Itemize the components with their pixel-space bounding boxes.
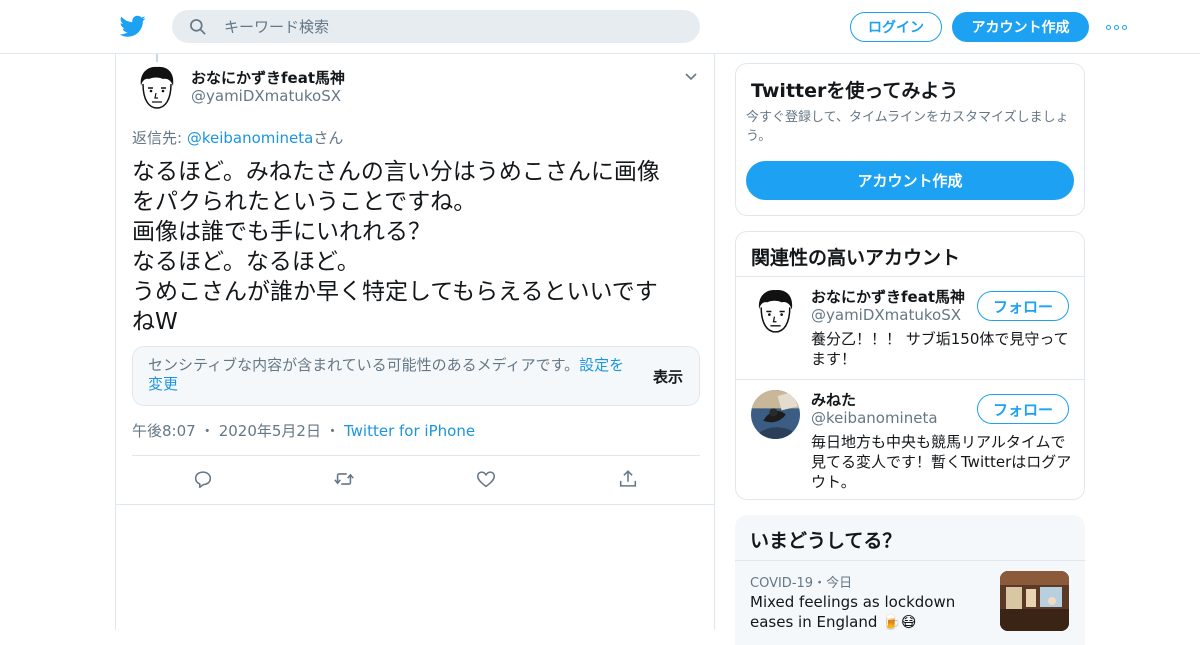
- trend-meta: COVID-19・今日: [750, 572, 852, 591]
- avatar[interactable]: [133, 64, 181, 112]
- trend-category: COVID-19: [750, 576, 814, 591]
- search-input[interactable]: [222, 10, 682, 43]
- account-handle[interactable]: @yamiDXmatukoSX: [811, 306, 961, 324]
- related-account-item[interactable]: みねた @keibanomineta 毎日地方も中央も競馬リアルタイムで見てる変…: [736, 380, 1084, 498]
- chevron-down-icon[interactable]: [684, 70, 698, 84]
- retweet-icon[interactable]: [333, 468, 355, 490]
- signup-card: Twitterを使ってみよう 今すぐ登録して、タイムラインをカスタマイズしましょ…: [735, 63, 1085, 216]
- trend-headline[interactable]: Mixed feelings as lockdown eases in Engl…: [750, 592, 990, 632]
- sensitive-media-notice: センシティブな内容が含まれている可能性のあるメディアです。設定を変更 表示: [132, 346, 700, 406]
- rider-photo-avatar-icon: [751, 390, 800, 439]
- signup-card-title: Twitterを使ってみよう: [751, 80, 959, 102]
- tweet-meta: 午後8:07 ・ 2020年5月2日・ Twitter for iPhone: [132, 420, 475, 441]
- tweet-source-link[interactable]: Twitter for iPhone: [344, 422, 475, 440]
- tweet-author-handle[interactable]: @yamiDXmatukoSX: [191, 87, 341, 105]
- divider: [735, 560, 1085, 561]
- trends-title: いまどうしてる？: [750, 530, 902, 552]
- account-bio: 毎日地方も中央も競馬リアルタイムで見てる変人です！暫くTwitterはログアウト…: [811, 433, 1072, 491]
- pub-photo-icon: [1000, 571, 1069, 631]
- account-name[interactable]: みねた: [811, 389, 856, 410]
- more-dots-icon[interactable]: [1106, 22, 1130, 32]
- trend-separator: ・: [813, 576, 827, 591]
- meta-separator: ・: [324, 422, 340, 440]
- twitter-bird-icon[interactable]: [120, 13, 146, 39]
- cartoon-face-avatar-icon: [751, 287, 800, 336]
- tweet-author-name[interactable]: おなにかずきfeat馬神: [191, 67, 345, 88]
- search-icon: [190, 19, 206, 35]
- reply-prefix: 返信先:: [132, 129, 187, 147]
- reply-to-line: 返信先: @keibanominetaさん: [132, 127, 343, 148]
- reply-handle-link[interactable]: @keibanomineta: [187, 129, 314, 147]
- like-heart-icon[interactable]: [475, 468, 497, 490]
- follow-button[interactable]: フォロー: [977, 394, 1069, 424]
- tweet-time[interactable]: 午後8:07: [132, 422, 196, 440]
- top-navigation-bar: ログイン アカウント作成: [0, 0, 1200, 54]
- thread-line: [156, 54, 158, 62]
- trend-time: 今日: [826, 576, 853, 591]
- share-icon[interactable]: [617, 468, 639, 490]
- sensitive-message: センシティブな内容が含まれている可能性のあるメディアです。: [148, 356, 580, 374]
- follow-button[interactable]: フォロー: [977, 291, 1069, 321]
- signup-card-button[interactable]: アカウント作成: [746, 161, 1074, 200]
- related-accounts-title: 関連性の高いアカウント: [751, 247, 961, 269]
- trend-thumbnail[interactable]: [1000, 571, 1069, 631]
- tweet-actions: [132, 466, 700, 496]
- reply-suffix: さん: [313, 129, 344, 147]
- reply-icon[interactable]: [192, 468, 214, 490]
- signup-button[interactable]: アカウント作成: [952, 12, 1089, 42]
- meta-separator: ・: [199, 422, 215, 440]
- related-account-item[interactable]: おなにかずきfeat馬神 @yamiDXmatukoSX 養分乙！！！ サブ垢1…: [736, 277, 1084, 379]
- show-media-button[interactable]: 表示: [653, 366, 683, 387]
- account-handle[interactable]: @keibanomineta: [811, 409, 938, 427]
- login-button[interactable]: ログイン: [850, 12, 942, 42]
- account-name[interactable]: おなにかずきfeat馬神: [811, 286, 965, 307]
- divider: [116, 504, 714, 505]
- avatar[interactable]: [751, 287, 800, 336]
- sensitive-notice-text: センシティブな内容が含まれている可能性のあるメディアです。設定を変更: [148, 356, 633, 394]
- avatar[interactable]: [751, 390, 800, 439]
- tweet-date[interactable]: 2020年5月2日: [219, 422, 321, 440]
- divider: [132, 455, 700, 456]
- account-bio: 養分乙！！！ サブ垢150体で見守ってます！: [811, 330, 1069, 368]
- cartoon-face-avatar-icon: [133, 64, 181, 112]
- tweet-text: なるほど。みねたさんの言い分はうめこさんに画像 をパクられたということですね。 …: [132, 159, 660, 335]
- tweet-column: おなにかずきfeat馬神 @yamiDXmatukoSX 返信先: @keiba…: [115, 54, 715, 630]
- signup-card-description: 今すぐ登録して、タイムラインをカスタマイズしましょう。: [746, 110, 1069, 144]
- trends-card: いまどうしてる？ COVID-19・今日 Mixed feelings as l…: [735, 515, 1085, 645]
- related-accounts-card: 関連性の高いアカウント おなにかずきfeat馬神 @yamiDXmatukoSX…: [735, 231, 1085, 500]
- search-box[interactable]: [172, 10, 700, 43]
